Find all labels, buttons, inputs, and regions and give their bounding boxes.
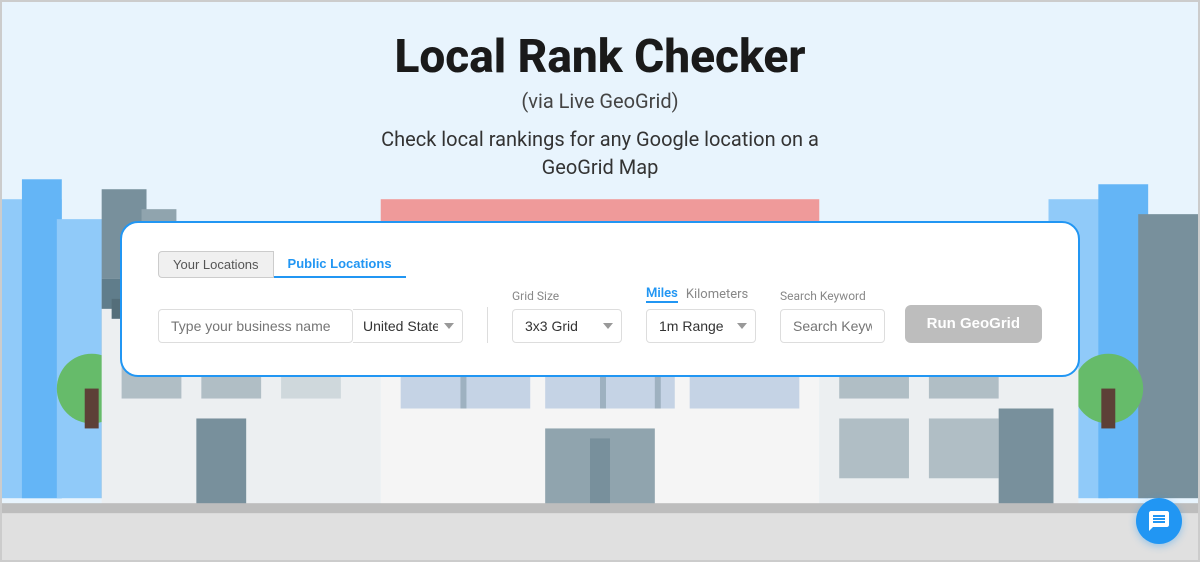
- chat-bubble-button[interactable]: [1136, 498, 1182, 544]
- tab-row: Your Locations Public Locations: [158, 251, 1042, 278]
- unit-km-toggle[interactable]: Kilometers: [686, 287, 748, 302]
- unit-miles-toggle[interactable]: Miles: [646, 286, 678, 303]
- form-fields-row: United States Grid Size 3x3 Grid Miles K…: [158, 286, 1042, 343]
- range-group: Miles Kilometers 1m Range: [646, 286, 756, 343]
- grid-size-select[interactable]: 3x3 Grid: [512, 309, 622, 343]
- tab-your-locations[interactable]: Your Locations: [158, 251, 274, 278]
- keyword-group: Search Keyword: [780, 289, 885, 343]
- keyword-label: Search Keyword: [780, 289, 885, 303]
- chat-icon: [1147, 509, 1171, 533]
- unit-toggle: Miles Kilometers: [646, 286, 756, 303]
- form-panel: Your Locations Public Locations United S…: [120, 221, 1080, 377]
- page-description: Check local rankings for any Google loca…: [381, 125, 819, 181]
- grid-size-group: Grid Size 3x3 Grid: [512, 289, 622, 343]
- divider-1: [487, 307, 488, 343]
- country-select[interactable]: United States: [353, 309, 463, 343]
- run-geogrid-button[interactable]: Run GeoGrid: [905, 305, 1042, 343]
- range-select[interactable]: 1m Range: [646, 309, 756, 343]
- keyword-input[interactable]: [780, 309, 885, 343]
- location-tabs: Your Locations Public Locations: [158, 251, 406, 278]
- business-name-input[interactable]: [158, 309, 353, 343]
- business-field-group: United States: [158, 309, 463, 343]
- main-content: Local Rank Checker (via Live GeoGrid) Ch…: [2, 2, 1198, 377]
- tab-public-locations[interactable]: Public Locations: [274, 251, 406, 278]
- page-title: Local Rank Checker: [394, 32, 805, 83]
- page-subtitle: (via Live GeoGrid): [521, 89, 678, 113]
- grid-size-label: Grid Size: [512, 289, 622, 303]
